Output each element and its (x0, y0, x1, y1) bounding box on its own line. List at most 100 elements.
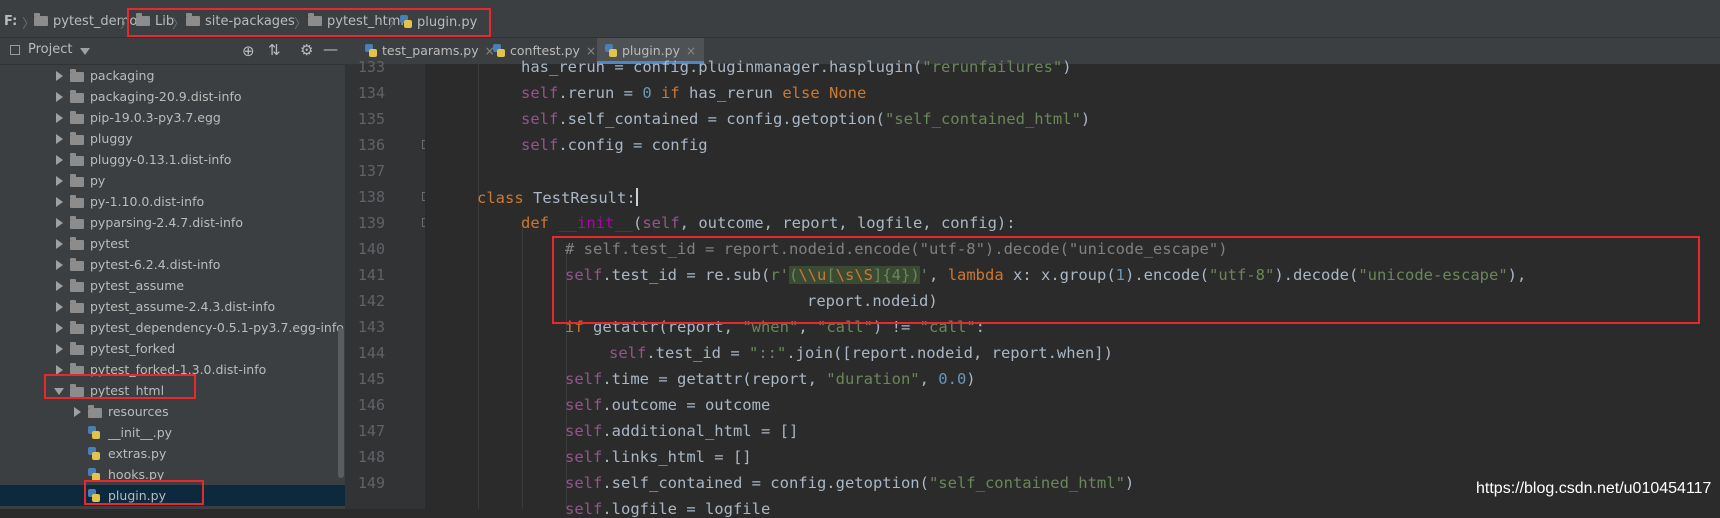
line-number: 133 (357, 58, 385, 76)
line-number: 149 (357, 474, 385, 492)
breadcrumb-item-plugin-py[interactable]: plugin.py (400, 13, 477, 31)
line-number: 134 (357, 84, 385, 102)
tree-item-label: pytest_html (90, 383, 165, 398)
tree-item[interactable]: pytest_assume-2.4.3.dist-info (0, 296, 345, 317)
code-line-144: self.test_id = "::".join([report.nodeid,… (609, 344, 1113, 362)
python-file-icon (88, 489, 100, 502)
tree-scrollbar[interactable] (338, 328, 344, 478)
tree-item-label: py (90, 173, 106, 188)
breadcrumb-separator: 〉 (120, 17, 134, 32)
code-line-150: self.logfile = logfile (565, 500, 771, 518)
code-editor[interactable]: has_rerun = config.pluginmanager.hasplug… (425, 58, 1720, 518)
breadcrumb-separator: 〉 (294, 17, 308, 32)
chevron-right-icon[interactable] (56, 71, 63, 81)
minimize-icon[interactable]: — (323, 40, 338, 58)
code-line-146: self.outcome = outcome (565, 396, 771, 414)
line-number: 137 (357, 162, 385, 180)
gear-icon[interactable]: ⚙ (300, 41, 313, 59)
tree-item-label: pluggy (90, 131, 133, 146)
code-line-141: self.test_id = re.sub(r'(\\u[\s\S]{4})',… (565, 266, 1527, 284)
folder-icon (70, 279, 84, 292)
line-number: 143 (357, 318, 385, 336)
locate-icon[interactable]: ⊕ (242, 42, 255, 60)
tree-item[interactable]: plugin.py (0, 485, 345, 506)
text-cursor (635, 188, 638, 206)
project-view-label[interactable]: Project (28, 42, 72, 57)
folder-icon (70, 216, 84, 229)
chevron-right-icon[interactable] (56, 281, 63, 291)
tree-item-label: pyparsing-2.4.7.dist-info (90, 215, 243, 230)
project-view-icon (10, 45, 20, 55)
tree-item[interactable]: pyparsing-2.4.7.dist-info (0, 212, 345, 233)
close-icon[interactable]: × (686, 44, 696, 58)
tree-item[interactable]: pytest_assume (0, 275, 345, 296)
tree-item[interactable]: hooks.py (0, 464, 345, 485)
chevron-right-icon[interactable] (74, 407, 81, 417)
folder-icon (70, 321, 84, 334)
tree-item[interactable]: pytest_html (0, 380, 345, 401)
tree-item[interactable]: extras.py (0, 443, 345, 464)
code-line-145: self.time = getattr(report, "duration", … (565, 370, 976, 388)
tree-item[interactable]: __init__.py (0, 422, 345, 443)
chevron-right-icon[interactable] (56, 344, 63, 354)
tree-item[interactable]: pytest (0, 233, 345, 254)
line-number: 140 (357, 240, 385, 258)
python-file-icon (493, 44, 505, 57)
chevron-right-icon[interactable] (56, 92, 63, 102)
project-panel: Project ⊕ ⇅ ⚙ — packaging packaging-20.9.… (0, 38, 345, 509)
breadcrumb-drive[interactable]: F: (4, 13, 17, 31)
tree-item[interactable]: pytest_forked (0, 338, 345, 359)
chevron-right-icon[interactable] (56, 218, 63, 228)
tree-item-label: pytest_forked-1.3.0.dist-info (90, 362, 267, 377)
chevron-right-icon[interactable] (56, 302, 63, 312)
indent-guide (522, 219, 523, 509)
code-line-148: self.links_html = [] (565, 448, 752, 466)
chevron-right-icon[interactable] (56, 113, 63, 123)
tree-item-label: extras.py (108, 446, 167, 461)
tree-item[interactable]: pluggy-0.13.1.dist-info (0, 149, 345, 170)
python-file-icon (400, 15, 412, 28)
tree-item[interactable]: resources (0, 401, 345, 422)
code-line-134: self.rerun = 0 if has_rerun else None (521, 84, 867, 102)
tree-item[interactable]: pytest-6.2.4.dist-info (0, 254, 345, 275)
folder-icon (34, 13, 48, 26)
folder-icon (70, 111, 84, 124)
folder-icon (70, 174, 84, 187)
folder-icon (186, 13, 200, 26)
line-number: 146 (357, 396, 385, 414)
tree-item[interactable]: pytest_dependency-0.5.1-py3.7.egg-info (0, 317, 345, 338)
code-line-149: self.self_contained = config.getoption("… (565, 474, 1135, 492)
tree-item-label: py-1.10.0.dist-info (90, 194, 205, 209)
tree-item[interactable]: pluggy (0, 128, 345, 149)
folder-icon (136, 13, 150, 26)
code-line-136: self.config = config (521, 136, 708, 154)
tree-item[interactable]: packaging-20.9.dist-info (0, 86, 345, 107)
tree-item-label: pluggy-0.13.1.dist-info (90, 152, 232, 167)
chevron-right-icon[interactable] (56, 134, 63, 144)
tree-item[interactable]: pytest_forked-1.3.0.dist-info (0, 359, 345, 380)
folder-icon (70, 363, 84, 376)
tree-item[interactable]: pip-19.0.3-py3.7.egg (0, 107, 345, 128)
chevron-right-icon[interactable] (56, 197, 63, 207)
tree-item[interactable]: packaging (0, 65, 345, 86)
chevron-right-icon[interactable] (56, 239, 63, 249)
chevron-down-icon[interactable] (80, 48, 90, 55)
chevron-down-icon[interactable] (54, 388, 64, 395)
code-line-140: # self.test_id = report.nodeid.encode("u… (565, 240, 1228, 258)
tree-item-label: packaging (90, 68, 155, 83)
folder-icon (70, 69, 84, 82)
close-icon[interactable]: × (586, 44, 596, 58)
folder-icon (70, 300, 84, 313)
breadcrumb-item-lib[interactable]: Lib (136, 13, 174, 31)
chevron-right-icon[interactable] (56, 323, 63, 333)
collapse-all-icon[interactable]: ⇅ (268, 41, 281, 59)
tree-item[interactable]: py-1.10.0.dist-info (0, 191, 345, 212)
chevron-right-icon[interactable] (56, 365, 63, 375)
chevron-right-icon[interactable] (56, 260, 63, 270)
line-number: 135 (357, 110, 385, 128)
tree-item[interactable]: py (0, 170, 345, 191)
chevron-right-icon[interactable] (56, 155, 63, 165)
chevron-right-icon[interactable] (56, 176, 63, 186)
breadcrumb-item-site-packages[interactable]: site-packages (186, 13, 295, 31)
code-line-133: has_rerun = config.pluginmanager.hasplug… (521, 58, 1072, 76)
